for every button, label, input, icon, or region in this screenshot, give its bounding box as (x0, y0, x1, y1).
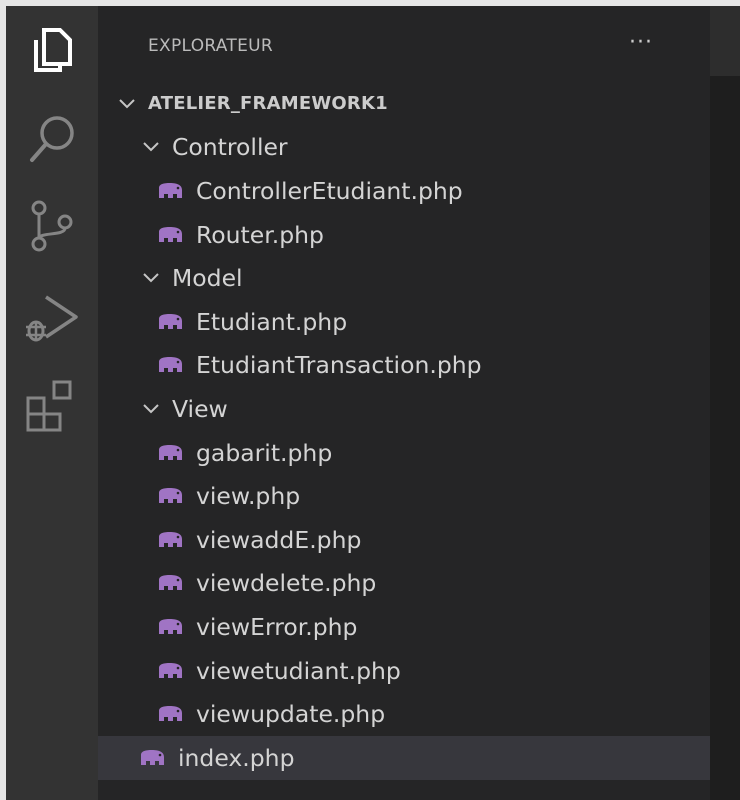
chevron-down-icon (143, 273, 159, 283)
run-debug-icon[interactable] (22, 288, 82, 348)
tree-file-label: ControllerEtudiant.php (196, 176, 463, 205)
source-control-icon[interactable] (22, 196, 82, 256)
more-actions-button[interactable]: ··· (616, 28, 666, 62)
php-file-icon (159, 531, 182, 547)
tree-file[interactable]: viewdelete.php (98, 562, 710, 606)
tree-folder-view[interactable]: View (98, 387, 710, 431)
php-file-icon (141, 749, 164, 765)
php-file-icon (159, 444, 182, 460)
editor-area (710, 6, 740, 800)
tree-file[interactable]: gabarit.php (98, 431, 710, 475)
tree-file[interactable]: viewupdate.php (98, 692, 710, 736)
tree-folder-model[interactable]: Model (98, 256, 710, 300)
vscode-window: EXPLORATEUR ··· ATELIER_FRAMEWORK1 Contro… (6, 6, 740, 800)
php-file-icon (159, 357, 182, 373)
explorer-header: EXPLORATEUR ··· (98, 6, 710, 78)
tree-file-label: viewaddE.php (196, 525, 362, 554)
tree-file-label: gabarit.php (196, 438, 333, 467)
tree-root-folder[interactable]: ATELIER_FRAMEWORK1 (98, 82, 710, 126)
explorer-icon[interactable] (22, 20, 82, 80)
php-file-icon (159, 662, 182, 678)
explorer-sidebar: EXPLORATEUR ··· ATELIER_FRAMEWORK1 Contro… (98, 6, 710, 800)
tree-file[interactable]: EtudiantTransaction.php (98, 344, 710, 388)
tree-folder-model-label: Model (172, 264, 243, 293)
php-file-icon (159, 182, 182, 198)
file-tree: ATELIER_FRAMEWORK1 Controller ControllerEt… (98, 82, 710, 780)
tree-file[interactable]: viewError.php (98, 605, 710, 649)
tree-file[interactable]: index.php (98, 735, 710, 780)
tree-file[interactable]: view.php (98, 474, 710, 518)
chevron-down-icon (143, 142, 159, 152)
tree-file[interactable]: viewaddE.php (98, 518, 710, 562)
tree-file-label: viewError.php (196, 612, 358, 641)
tree-file-label: Etudiant.php (196, 307, 348, 336)
editor-tab-strip (710, 6, 740, 76)
php-file-icon (159, 488, 182, 504)
chevron-down-icon (143, 404, 159, 414)
tree-file-label: view.php (196, 482, 301, 511)
tree-file-label: viewetudiant.php (196, 656, 401, 685)
php-file-icon (159, 226, 182, 242)
extensions-icon[interactable] (22, 376, 82, 436)
tree-file-label: viewdelete.php (196, 569, 377, 598)
tree-file-label: viewupdate.php (196, 700, 386, 729)
explorer-title: EXPLORATEUR (148, 36, 273, 56)
tree-file-label: Router.php (196, 220, 324, 249)
tree-file[interactable]: viewetudiant.php (98, 649, 710, 693)
php-file-icon (159, 575, 182, 591)
tree-file-label: EtudiantTransaction.php (196, 351, 482, 380)
tree-folder-controller-label: Controller (172, 133, 288, 162)
tree-file-label: index.php (178, 743, 295, 772)
tree-folder-view-label: View (172, 394, 228, 423)
tree-root-folder-label: ATELIER_FRAMEWORK1 (148, 93, 388, 115)
chevron-down-icon (119, 99, 135, 109)
tree-folder-controller[interactable]: Controller (98, 126, 710, 170)
php-file-icon (159, 706, 182, 722)
search-icon[interactable] (22, 110, 82, 170)
tree-file[interactable]: Etudiant.php (98, 300, 710, 344)
tree-file[interactable]: Router.php (98, 213, 710, 257)
activity-bar (6, 6, 98, 800)
php-file-icon (159, 618, 182, 634)
tree-file[interactable]: ControllerEtudiant.php (98, 169, 710, 213)
php-file-icon (159, 313, 182, 329)
